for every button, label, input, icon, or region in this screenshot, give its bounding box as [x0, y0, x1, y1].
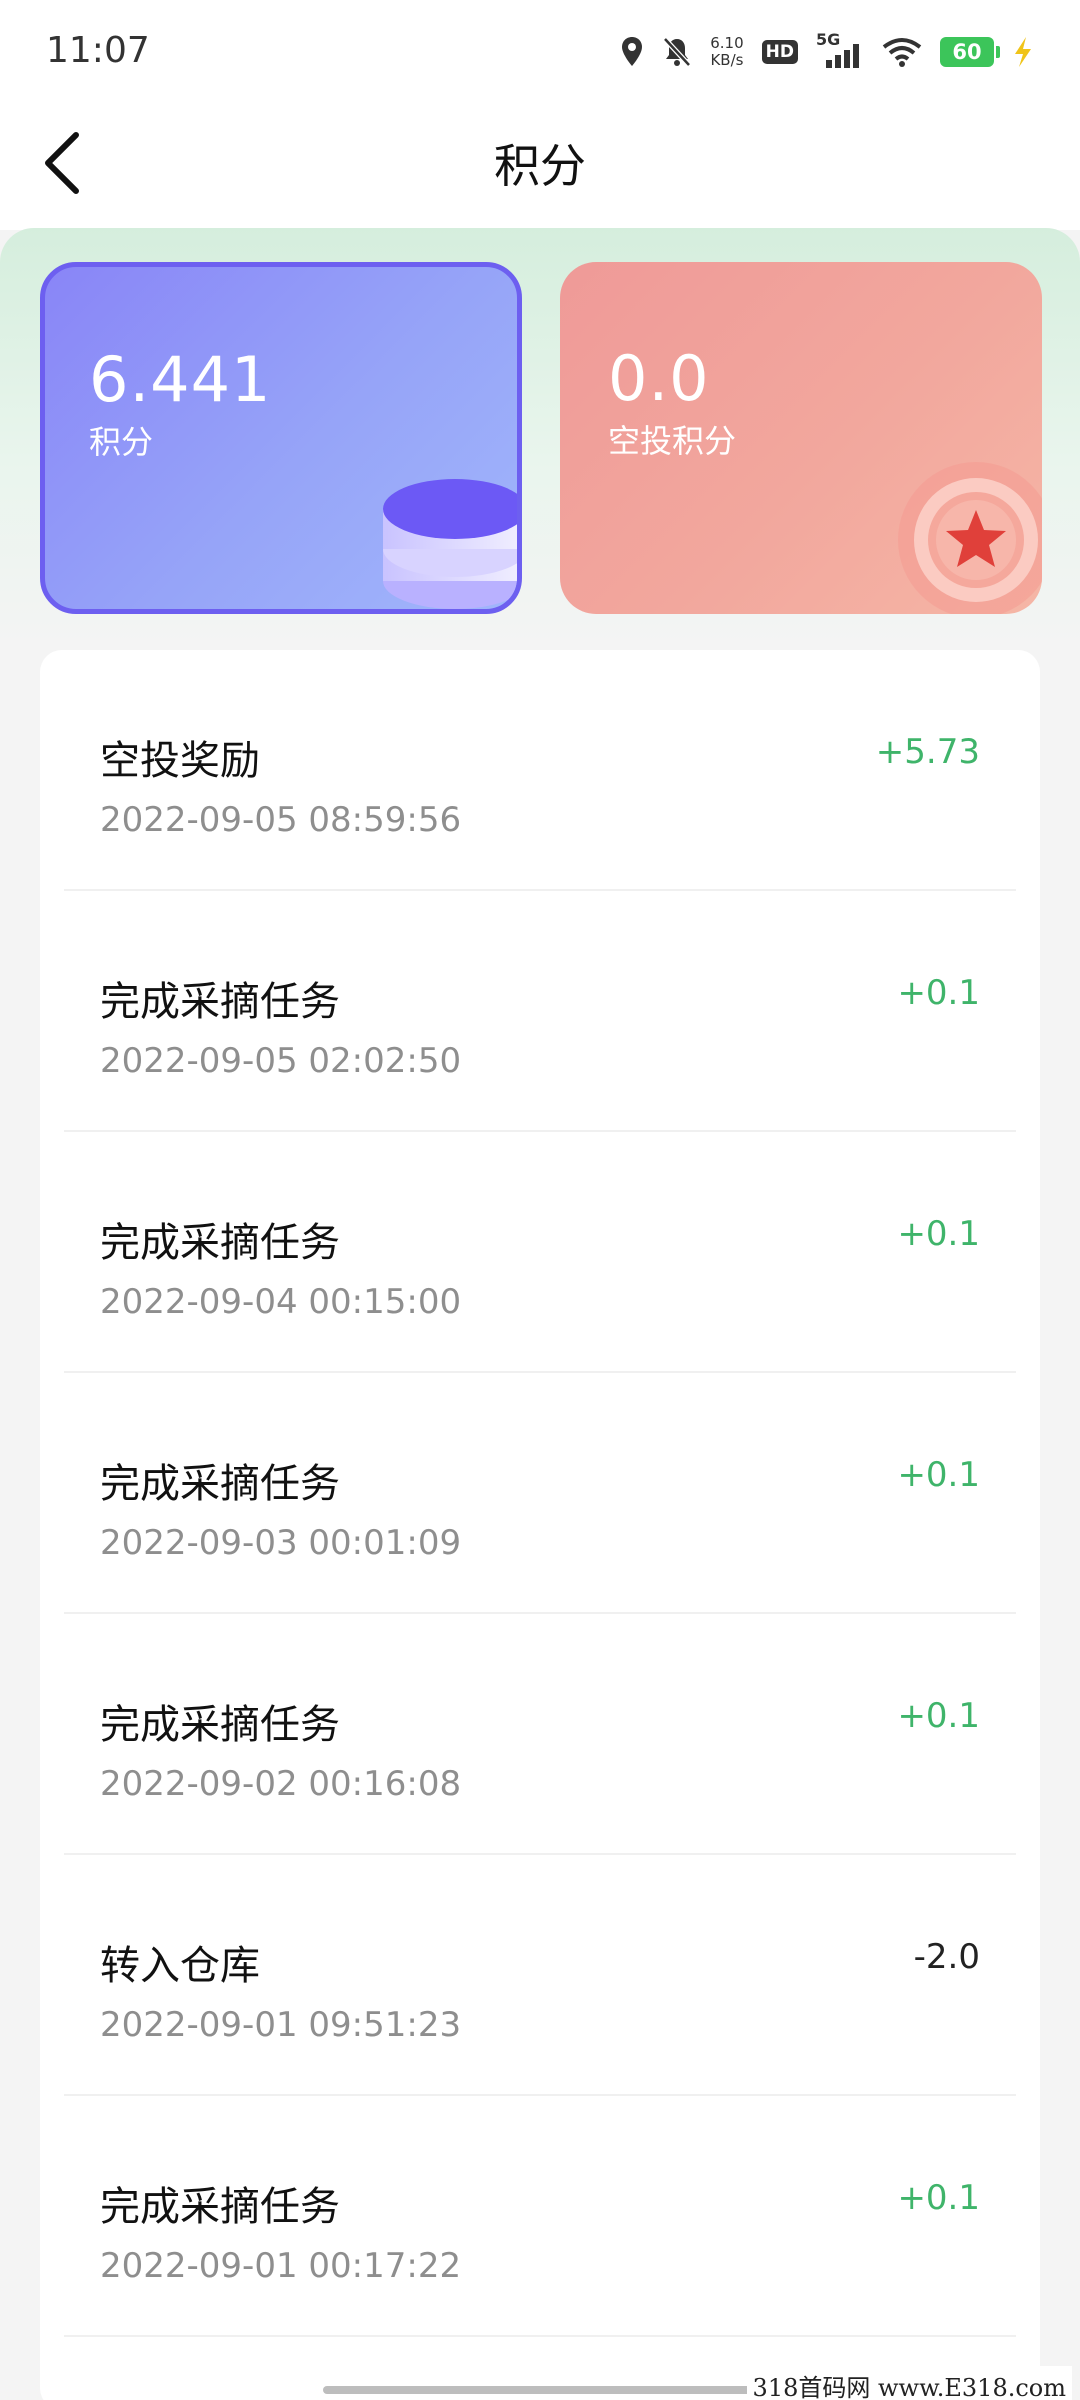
charging-icon: [1012, 36, 1034, 68]
record-amount: +5.73: [875, 732, 980, 772]
points-record-list: 空投奖励 2022-09-05 08:59:56 +5.73 完成采摘任务 20…: [40, 650, 1040, 2400]
network-speed: 6.10 KB/s: [710, 35, 743, 69]
record-time: 2022-09-05 08:59:56: [100, 800, 462, 840]
record-amount: +0.1: [897, 2178, 980, 2218]
record-amount: +0.1: [897, 973, 980, 1013]
hd-badge: HD: [761, 40, 798, 64]
home-indicator[interactable]: [323, 2386, 757, 2394]
status-time: 11:07: [46, 30, 150, 71]
net-speed-unit: KB/s: [710, 51, 744, 69]
record-title: 空投奖励: [100, 738, 260, 784]
record-time: 2022-09-05 02:02:50: [100, 1041, 462, 1081]
record-title: 完成采摘任务: [100, 1702, 340, 1748]
record-time: 2022-09-01 09:51:23: [100, 2005, 462, 2045]
record-title: 完成采摘任务: [100, 1220, 340, 1266]
list-item[interactable]: 完成采摘任务 2022-09-01 00:17:22 +0.1: [64, 2096, 1016, 2337]
battery-icon: 60: [940, 37, 1000, 67]
record-title: 转入仓库: [100, 1943, 260, 1989]
status-bar: 11:07 6.10 KB/s HD 5G 60: [0, 0, 1080, 100]
record-title: 完成采摘任务: [100, 979, 340, 1025]
page-title: 积分: [494, 139, 586, 193]
list-item[interactable]: 完成采摘任务 2022-09-03 00:01:09 +0.1: [64, 1373, 1016, 1614]
airdrop-points-card[interactable]: 0.0 空投积分: [560, 262, 1042, 614]
wifi-icon: [882, 36, 922, 68]
points-card[interactable]: 6.441 积分: [40, 262, 522, 614]
list-item[interactable]: 空投奖励 2022-09-05 08:59:56 +5.73: [64, 650, 1016, 891]
coin-stack-icon: [373, 451, 517, 609]
record-amount: +0.1: [897, 1214, 980, 1254]
signal-icon: 5G: [816, 30, 864, 70]
record-amount: +0.1: [897, 1455, 980, 1495]
list-item[interactable]: 完成采摘任务 2022-09-04 00:15:00 +0.1: [64, 1132, 1016, 1373]
record-title: 完成采摘任务: [100, 1461, 340, 1507]
record-amount: -2.0: [913, 1937, 980, 1977]
record-time: 2022-09-01 00:17:22: [100, 2246, 462, 2286]
location-icon: [620, 36, 644, 68]
star-medal-icon: [884, 448, 1042, 614]
record-time: 2022-09-04 00:15:00: [100, 1282, 462, 1322]
mute-icon: [662, 36, 692, 68]
record-time: 2022-09-03 00:01:09: [100, 1523, 462, 1563]
app-header: 积分: [0, 100, 1080, 230]
list-item[interactable]: 完成采摘任务 2022-09-02 00:16:08 +0.1: [64, 1614, 1016, 1855]
record-title: 完成采摘任务: [100, 2184, 340, 2230]
status-icons: 6.10 KB/s HD 5G 60: [620, 24, 1034, 80]
points-label: 积分: [89, 423, 154, 461]
record-amount: +0.1: [897, 1696, 980, 1736]
list-item[interactable]: 完成采摘任务 2022-09-05 02:02:50 +0.1: [64, 891, 1016, 1132]
watermark-text: 318首码网 www.E318.com: [746, 2366, 1072, 2400]
net-speed-value: 6.10: [710, 34, 744, 52]
airdrop-points-value: 0.0: [608, 342, 710, 415]
record-time: 2022-09-02 00:16:08: [100, 1764, 462, 1804]
list-item[interactable]: 转入仓库 2022-09-01 09:51:23 -2.0: [64, 1855, 1016, 2096]
airdrop-points-label: 空投积分: [608, 422, 737, 460]
points-value: 6.441: [89, 343, 272, 416]
